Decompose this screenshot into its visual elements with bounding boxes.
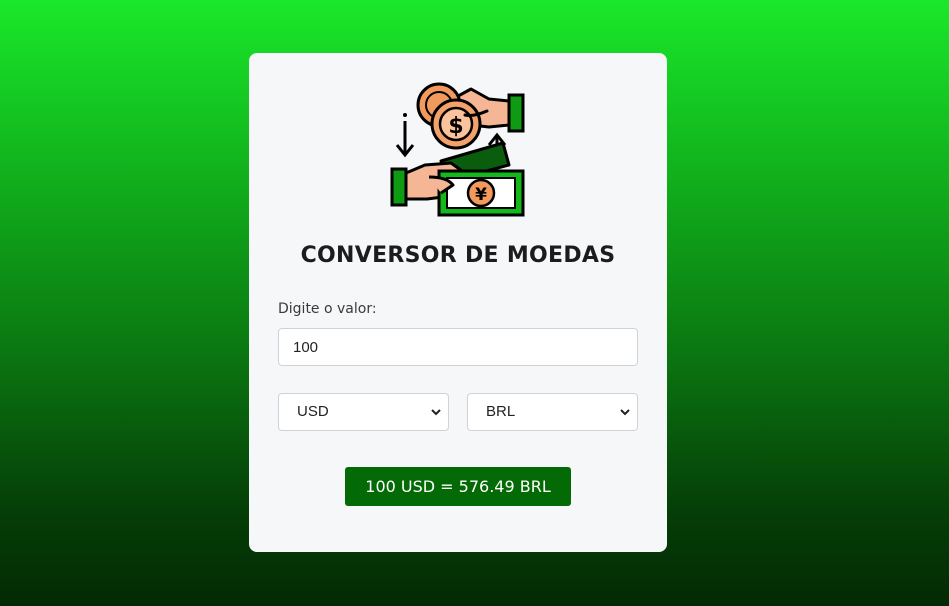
- chevron-down-icon: [431, 409, 441, 416]
- to-currency-value: BRL: [486, 403, 516, 420]
- page-title: CONVERSOR DE MOEDAS: [300, 243, 616, 268]
- from-currency-select[interactable]: USD: [278, 393, 449, 431]
- svg-text:$: $: [448, 114, 463, 139]
- converter-card: $ ¥ CONVERSOR DE MOEDAS Digite o valor: …: [249, 53, 667, 552]
- from-currency-value: USD: [297, 403, 329, 420]
- to-currency-select[interactable]: BRL: [467, 393, 638, 431]
- svg-text:¥: ¥: [475, 185, 487, 205]
- chevron-down-icon: [620, 409, 630, 416]
- amount-label: Digite o valor:: [278, 301, 377, 317]
- conversion-result: 100 USD = 576.49 BRL: [345, 467, 571, 506]
- currency-exchange-hands-icon: $ ¥: [390, 82, 525, 217]
- amount-input[interactable]: [278, 328, 638, 366]
